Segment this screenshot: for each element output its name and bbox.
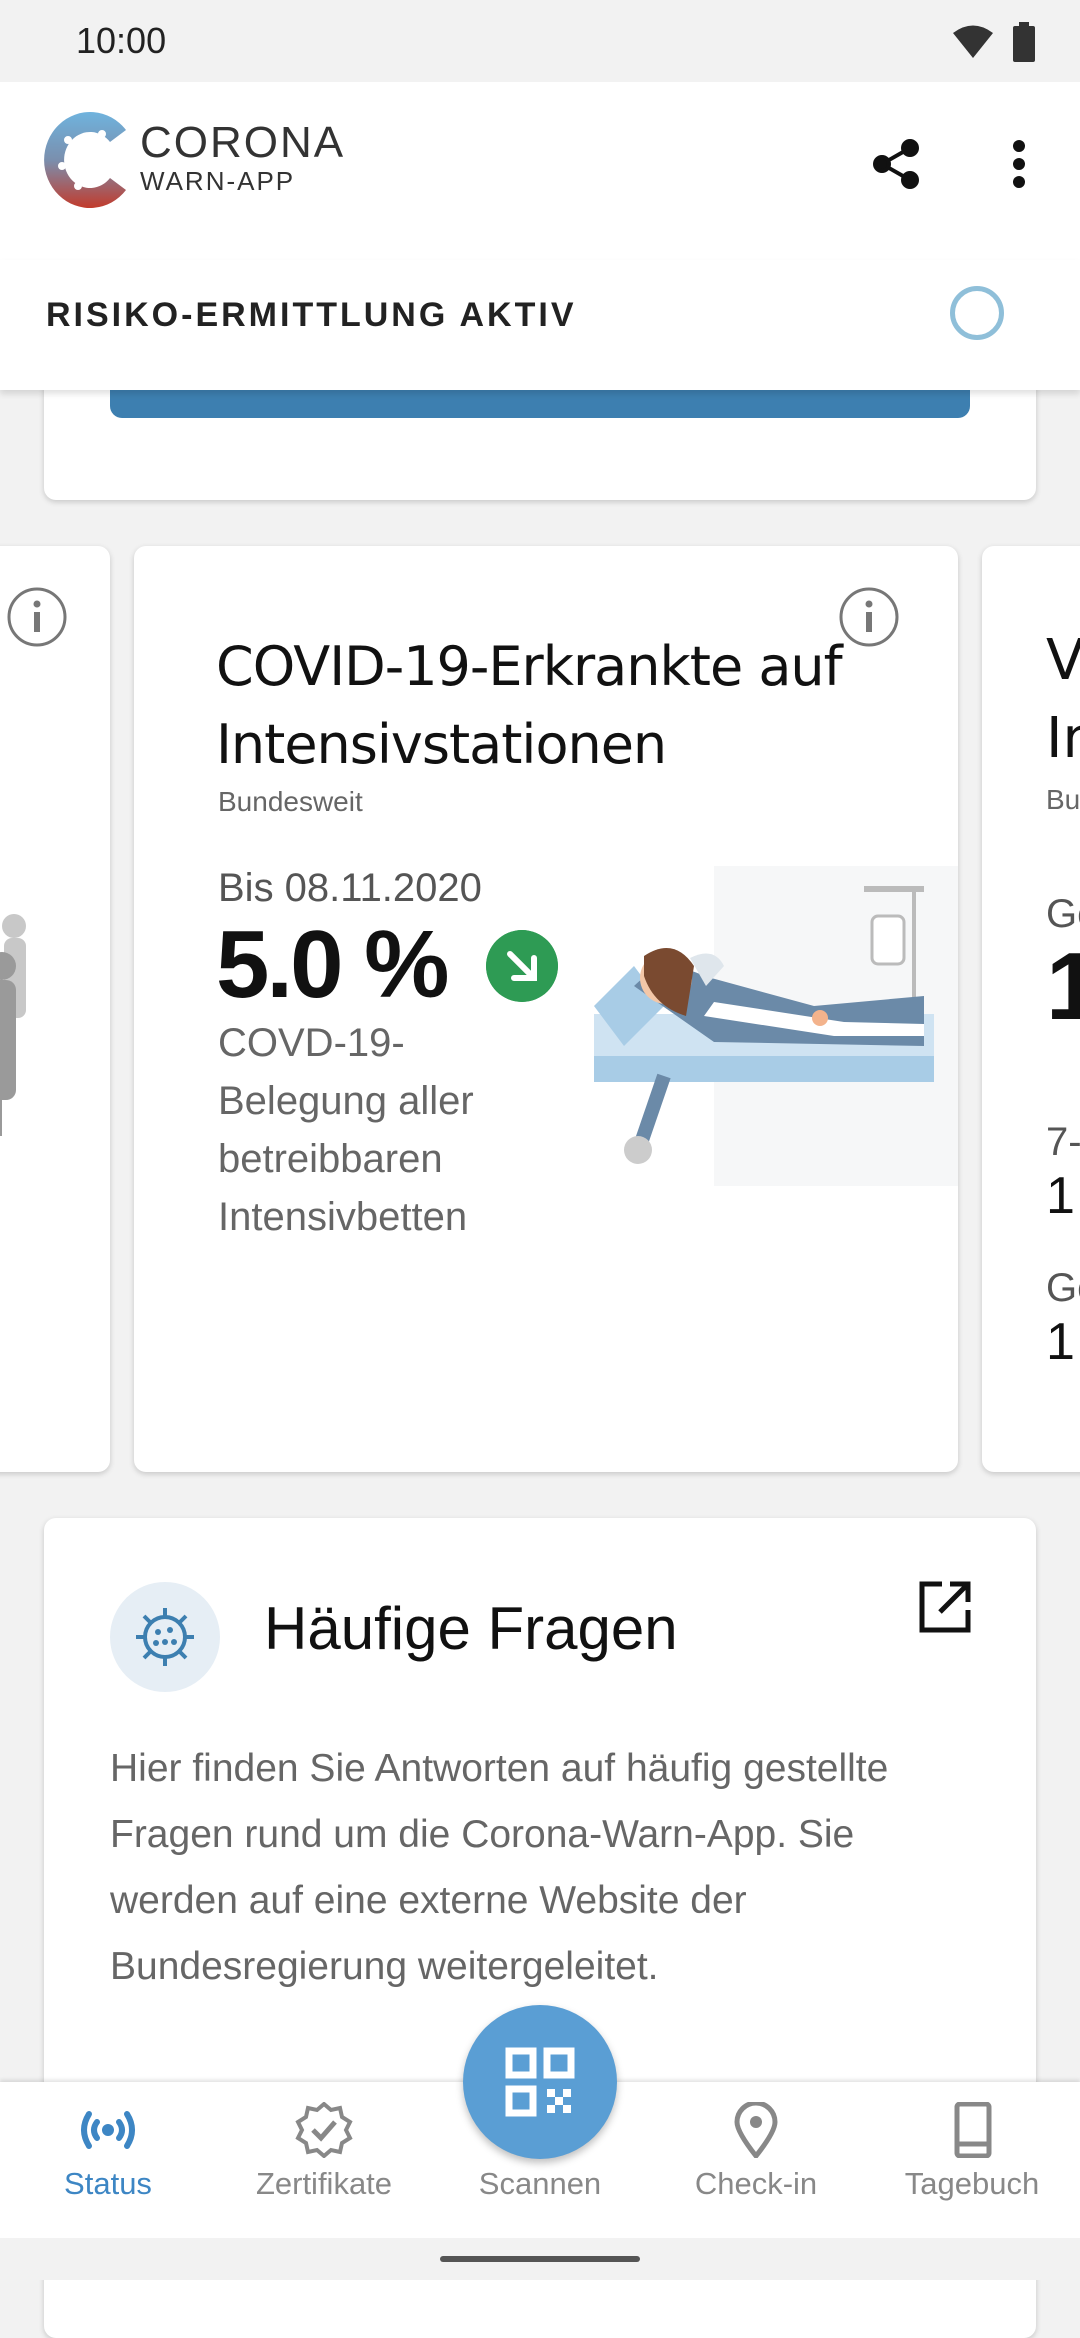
gesture-area (0, 2238, 1080, 2280)
statistic-region: Bundesweit (218, 786, 363, 817)
app-bar: CORONA WARN-APP (0, 82, 1080, 260)
statistics-card-previous[interactable] (0, 546, 110, 1472)
next-card-region: Bu (1046, 784, 1080, 815)
next-card-label-1: Ge (1046, 892, 1080, 936)
qr-code-icon (505, 2047, 575, 2117)
statistic-title: COVID-19-Erkrankte auf Intensivstationen (216, 635, 843, 776)
brand-subtitle: WARN-APP (140, 166, 296, 196)
faq-title: Häufige Fragen (264, 1595, 678, 1662)
next-card-title-line1: V (1046, 628, 1080, 693)
certificate-icon (295, 2102, 353, 2158)
risk-status-label: RISIKO-ERMITTLUNG AKTIV (46, 296, 577, 334)
status-bar: 10:00 (0, 0, 1080, 82)
nav-diary[interactable]: Tagebuch (872, 2102, 1072, 2202)
nav-diary-label: Tagebuch (904, 2166, 1040, 2201)
nav-check-in[interactable]: Check-in (656, 2102, 856, 2202)
statistic-value: 5.0 % (216, 911, 449, 1018)
location-pin-icon (734, 2102, 778, 2158)
statistic-description: COVD-19-Belegung aller betreibbaren Inte… (218, 1021, 474, 1239)
brand-title: CORONA (140, 118, 346, 167)
clock: 10:00 (76, 20, 167, 61)
book-icon (954, 2102, 992, 2158)
statistic-date: Bis 08.11.2020 (218, 866, 482, 910)
external-link-icon[interactable] (916, 1578, 974, 1636)
nav-scan-label: Scannen (478, 2166, 602, 2201)
nav-status-label: Status (64, 2166, 152, 2201)
icu-patient-illustration (594, 866, 958, 1186)
next-card-value-2: 1 (1046, 1167, 1075, 1225)
broadcast-icon (81, 2111, 135, 2149)
risk-progress-indicator (950, 286, 1004, 340)
battery-icon (1013, 22, 1035, 62)
nav-check-in-label: Check-in (694, 2166, 818, 2201)
nav-certificates-label: Zertifikate (255, 2166, 393, 2201)
scan-qr-button[interactable] (463, 2005, 617, 2159)
next-card-label-3: Ge (1046, 1266, 1080, 1310)
virus-icon (136, 1608, 194, 1666)
next-card-value-1: 1 (1046, 933, 1080, 1040)
next-card-value-3: 1 (1046, 1313, 1075, 1371)
statistics-card-icu[interactable]: COVID-19-Erkrankte auf Intensivstationen… (134, 546, 958, 1472)
next-card-title-line2: In (1046, 706, 1080, 771)
share-icon[interactable] (866, 134, 926, 194)
info-icon[interactable] (6, 586, 68, 648)
trend-down-arrow-icon (486, 930, 558, 1002)
risk-status-bar[interactable]: RISIKO-ERMITTLUNG AKTIV (0, 260, 1080, 390)
statistics-card-next[interactable]: V In Bu Ge 1 7- 1 Ge 1 (982, 546, 1080, 1472)
nav-status[interactable]: Status (8, 2102, 208, 2202)
wifi-icon (953, 25, 993, 58)
people-illustration (0, 914, 26, 1136)
corona-warn-app-logo (44, 112, 127, 208)
next-card-label-2: 7- (1046, 1120, 1080, 1164)
more-options-icon[interactable] (994, 134, 1044, 194)
faq-icon-background (110, 1582, 220, 1692)
gesture-bar[interactable] (440, 2256, 640, 2262)
nav-certificates[interactable]: Zertifikate (224, 2102, 424, 2202)
faq-description: Hier finden Sie Antworten auf häufig ges… (110, 1747, 889, 1988)
